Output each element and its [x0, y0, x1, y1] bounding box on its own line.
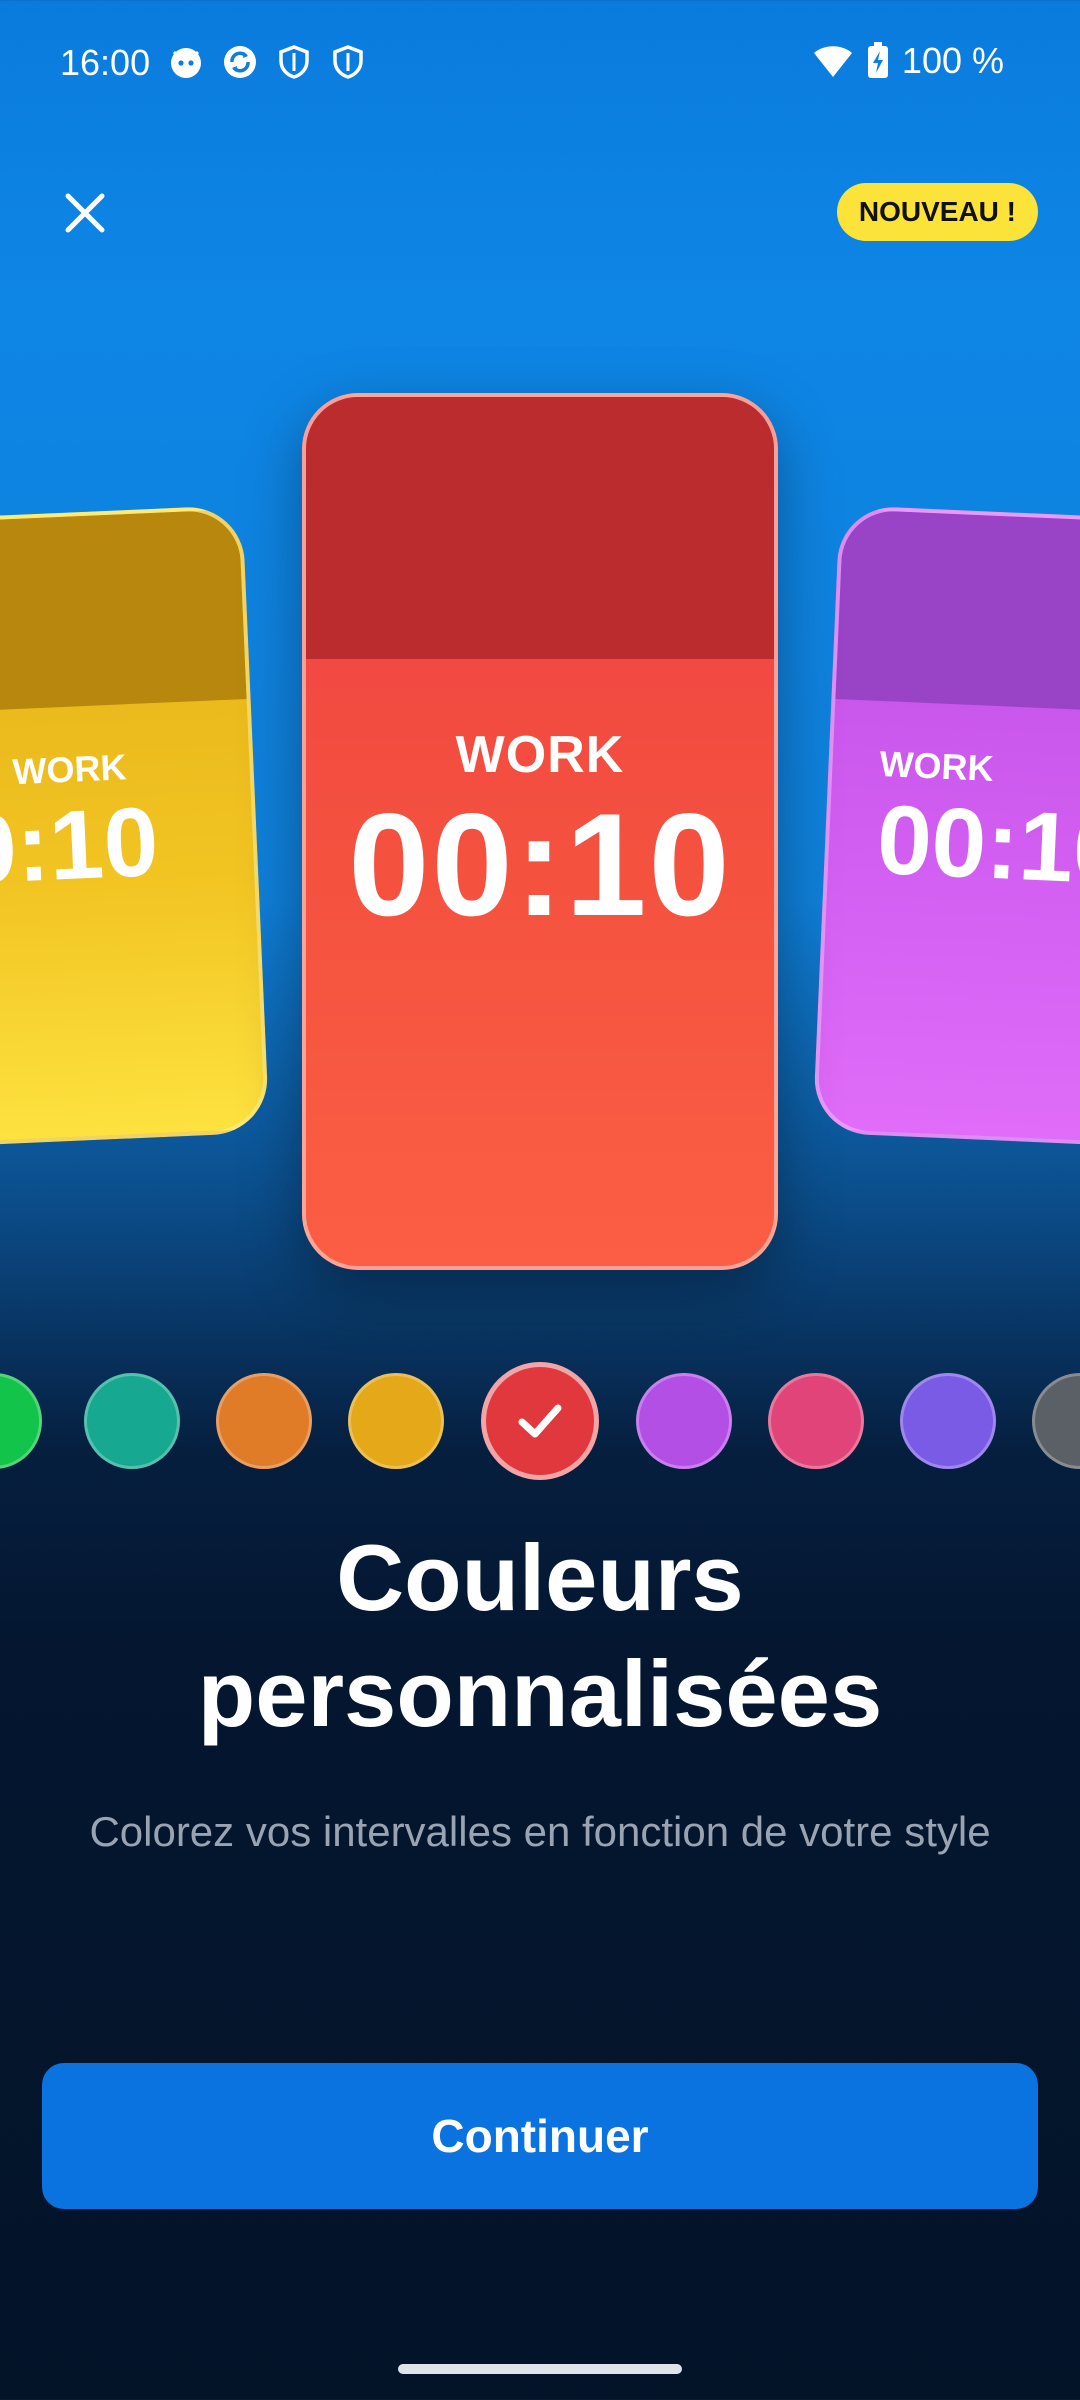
- status-notification-icons: [168, 44, 366, 80]
- battery-charging-icon: [867, 42, 888, 78]
- battery-percentage: 100 %: [901, 40, 1004, 81]
- color-swatch-gray[interactable]: [1032, 1373, 1080, 1469]
- preview-card-purple[interactable]: WORK 00:10: [812, 504, 1080, 1148]
- status-bar: 16:00 100 %: [0, 0, 1080, 130]
- checkmark-icon: [518, 1404, 562, 1438]
- new-badge: NOUVEAU !: [836, 183, 1038, 241]
- card-timer: 00:10: [0, 786, 161, 907]
- sync-icon: [224, 46, 256, 78]
- color-swatch-indigo[interactable]: [900, 1373, 996, 1469]
- status-system-icons: 100 %: [812, 40, 1004, 82]
- preview-card-red[interactable]: WORK 00:10: [302, 393, 778, 1270]
- color-swatch-teal[interactable]: [84, 1373, 180, 1469]
- page-subtitle: Colorez vos intervalles en fonction de v…: [89, 1808, 991, 1855]
- title-line-2: personnalisées: [197, 1641, 883, 1746]
- close-button[interactable]: [54, 182, 116, 244]
- color-swatch-orange[interactable]: [216, 1373, 312, 1469]
- title-line-1: Couleurs: [336, 1525, 744, 1630]
- shield-icon: [279, 45, 309, 79]
- color-swatch-row: [0, 1362, 1080, 1480]
- preview-card-yellow[interactable]: WORK 00:10: [0, 504, 270, 1148]
- card-header-band: [835, 509, 1080, 714]
- card-timer: 00:10: [874, 783, 1080, 905]
- card-header-band: [0, 509, 247, 714]
- wifi-icon: [813, 46, 852, 77]
- status-time: 16:00: [60, 42, 151, 83]
- close-icon: [65, 193, 105, 233]
- card-header-band: [306, 397, 774, 659]
- color-swatch-green[interactable]: [0, 1373, 42, 1469]
- shield-icon: [333, 45, 363, 79]
- page-title: Couleurs personnalisées: [0, 1520, 1080, 1752]
- card-timer: 00:10: [348, 783, 732, 946]
- color-swatch-yellow[interactable]: [348, 1373, 444, 1469]
- home-indicator[interactable]: [398, 2364, 682, 2374]
- continue-button[interactable]: Continuer: [42, 2063, 1038, 2209]
- color-swatch-red[interactable]: [481, 1362, 599, 1480]
- notification-cat-icon: [171, 48, 201, 78]
- card-interval-label: WORK: [455, 726, 625, 784]
- color-swatch-purple[interactable]: [636, 1373, 732, 1469]
- color-swatch-pink[interactable]: [768, 1373, 864, 1469]
